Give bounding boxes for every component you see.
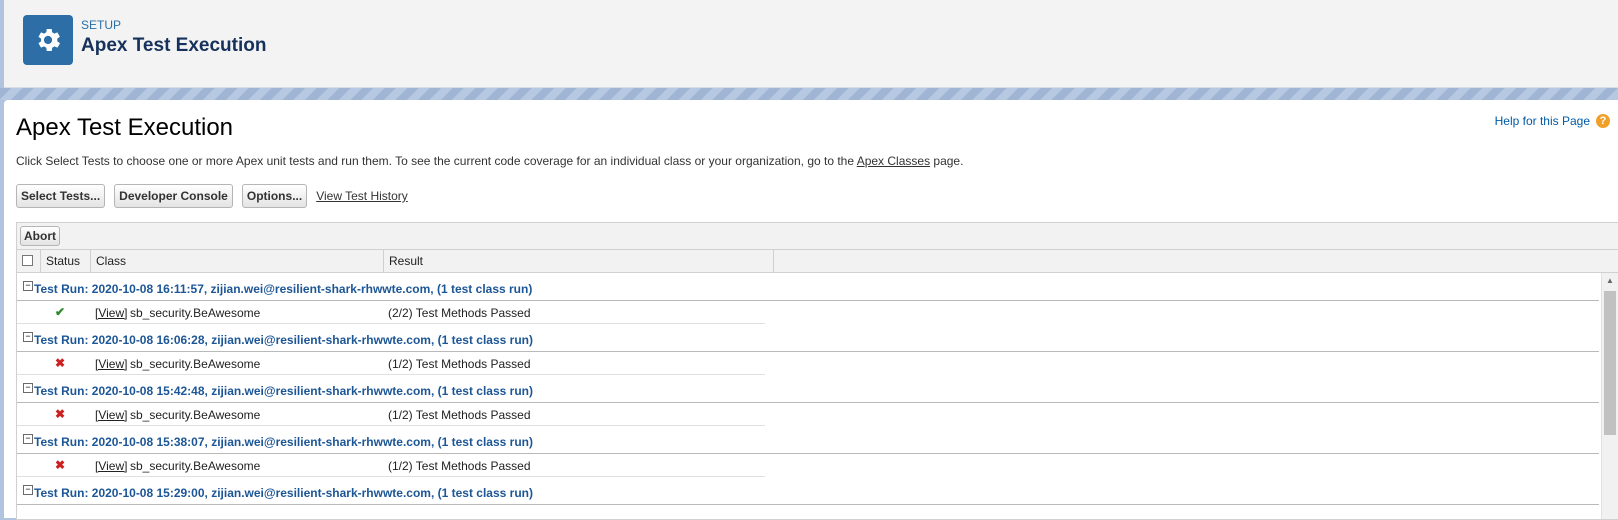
result-text: (2/2) Test Methods Passed — [388, 306, 531, 320]
view-link[interactable]: [View] — [95, 459, 127, 473]
toolbar: Select Tests... Developer Console Option… — [16, 184, 408, 208]
test-run-label[interactable]: Test Run: 2020-10-08 16:06:28, zijian.we… — [34, 333, 533, 347]
table-row: ✖ [View] sb_security.BeAwesome (1/2) Tes… — [17, 454, 1618, 477]
grid-header: Status Class Result — [17, 250, 1618, 273]
help-area: Help for this Page ? — [1495, 114, 1610, 128]
table-row: ✖ [View] sb_security.BeAwesome (1/2) Tes… — [17, 403, 1618, 426]
table-row: ✔ [View] sb_security.BeAwesome (2/2) Tes… — [17, 301, 1618, 324]
test-runs-panel: Abort Status Class Result − Test Run: 20… — [16, 222, 1618, 520]
description-end: page. — [930, 154, 964, 168]
view-link[interactable]: [View] — [95, 306, 127, 320]
test-run-header[interactable]: − Test Run: 2020-10-08 15:29:00, zijian.… — [17, 477, 1599, 505]
page-title: Apex Test Execution — [16, 114, 234, 141]
view-link[interactable]: [View] — [95, 357, 127, 371]
main-content: Apex Test Execution Help for this Page ?… — [4, 100, 1618, 520]
class-name: sb_security.BeAwesome — [130, 306, 261, 320]
fail-x-icon: ✖ — [54, 356, 66, 370]
help-link[interactable]: Help for this Page — [1495, 114, 1590, 128]
select-all-cell — [17, 250, 41, 272]
test-run-label[interactable]: Test Run: 2020-10-08 15:42:48, zijian.we… — [34, 384, 533, 398]
pass-check-icon: ✔ — [54, 305, 66, 319]
scroll-up-icon[interactable]: ▲ — [1606, 276, 1614, 285]
scrollbar-thumb[interactable] — [1604, 291, 1616, 435]
developer-console-button[interactable]: Developer Console — [114, 184, 233, 208]
result-text: (1/2) Test Methods Passed — [388, 459, 531, 473]
collapse-icon[interactable]: − — [23, 281, 33, 291]
fail-x-icon: ✖ — [54, 458, 66, 472]
gear-icon — [23, 15, 73, 65]
view-test-history-link[interactable]: View Test History — [316, 189, 408, 203]
setup-header: SETUP Apex Test Execution — [4, 0, 1618, 88]
select-all-checkbox[interactable] — [22, 255, 33, 266]
collapse-icon[interactable]: − — [23, 434, 33, 444]
collapse-icon[interactable]: − — [23, 485, 33, 495]
vertical-scrollbar[interactable]: ▲ — [1601, 273, 1618, 519]
test-run-label[interactable]: Test Run: 2020-10-08 16:11:57, zijian.we… — [34, 282, 532, 296]
class-name: sb_security.BeAwesome — [130, 459, 261, 473]
setup-title: Apex Test Execution — [81, 35, 267, 56]
description-text: Click Select Tests to choose one or more… — [16, 154, 857, 168]
select-tests-button[interactable]: Select Tests... — [16, 184, 106, 208]
test-run-header[interactable]: − Test Run: 2020-10-08 16:06:28, zijian.… — [17, 324, 1599, 352]
class-name: sb_security.BeAwesome — [130, 357, 261, 371]
result-column-header[interactable]: Result — [384, 250, 774, 272]
result-text: (1/2) Test Methods Passed — [388, 408, 531, 422]
test-run-header[interactable]: − Test Run: 2020-10-08 15:38:07, zijian.… — [17, 426, 1599, 454]
apex-classes-link[interactable]: Apex Classes — [857, 154, 930, 168]
result-text: (1/2) Test Methods Passed — [388, 357, 531, 371]
test-run-label[interactable]: Test Run: 2020-10-08 15:38:07, zijian.we… — [34, 435, 533, 449]
test-run-header[interactable]: − Test Run: 2020-10-08 15:42:48, zijian.… — [17, 375, 1599, 403]
status-column-header[interactable]: Status — [41, 250, 91, 272]
fail-x-icon: ✖ — [54, 407, 66, 421]
class-name: sb_security.BeAwesome — [130, 408, 261, 422]
decorative-banner — [0, 88, 1618, 100]
setup-label: SETUP — [81, 18, 122, 32]
test-runs-list: − Test Run: 2020-10-08 16:11:57, zijian.… — [17, 273, 1618, 519]
test-run-header[interactable]: − Test Run: 2020-10-08 16:11:57, zijian.… — [17, 273, 1599, 301]
abort-bar: Abort — [17, 223, 1618, 250]
view-link[interactable]: [View] — [95, 408, 127, 422]
options-button[interactable]: Options... — [241, 184, 308, 208]
page-description: Click Select Tests to choose one or more… — [16, 154, 963, 168]
help-icon[interactable]: ? — [1596, 114, 1610, 128]
table-row: ✖ [View] sb_security.BeAwesome (1/2) Tes… — [17, 352, 1618, 375]
collapse-icon[interactable]: − — [23, 332, 33, 342]
test-run-label[interactable]: Test Run: 2020-10-08 15:29:00, zijian.we… — [34, 486, 533, 500]
collapse-icon[interactable]: − — [23, 383, 33, 393]
abort-button[interactable]: Abort — [20, 226, 60, 246]
class-column-header[interactable]: Class — [91, 250, 384, 272]
